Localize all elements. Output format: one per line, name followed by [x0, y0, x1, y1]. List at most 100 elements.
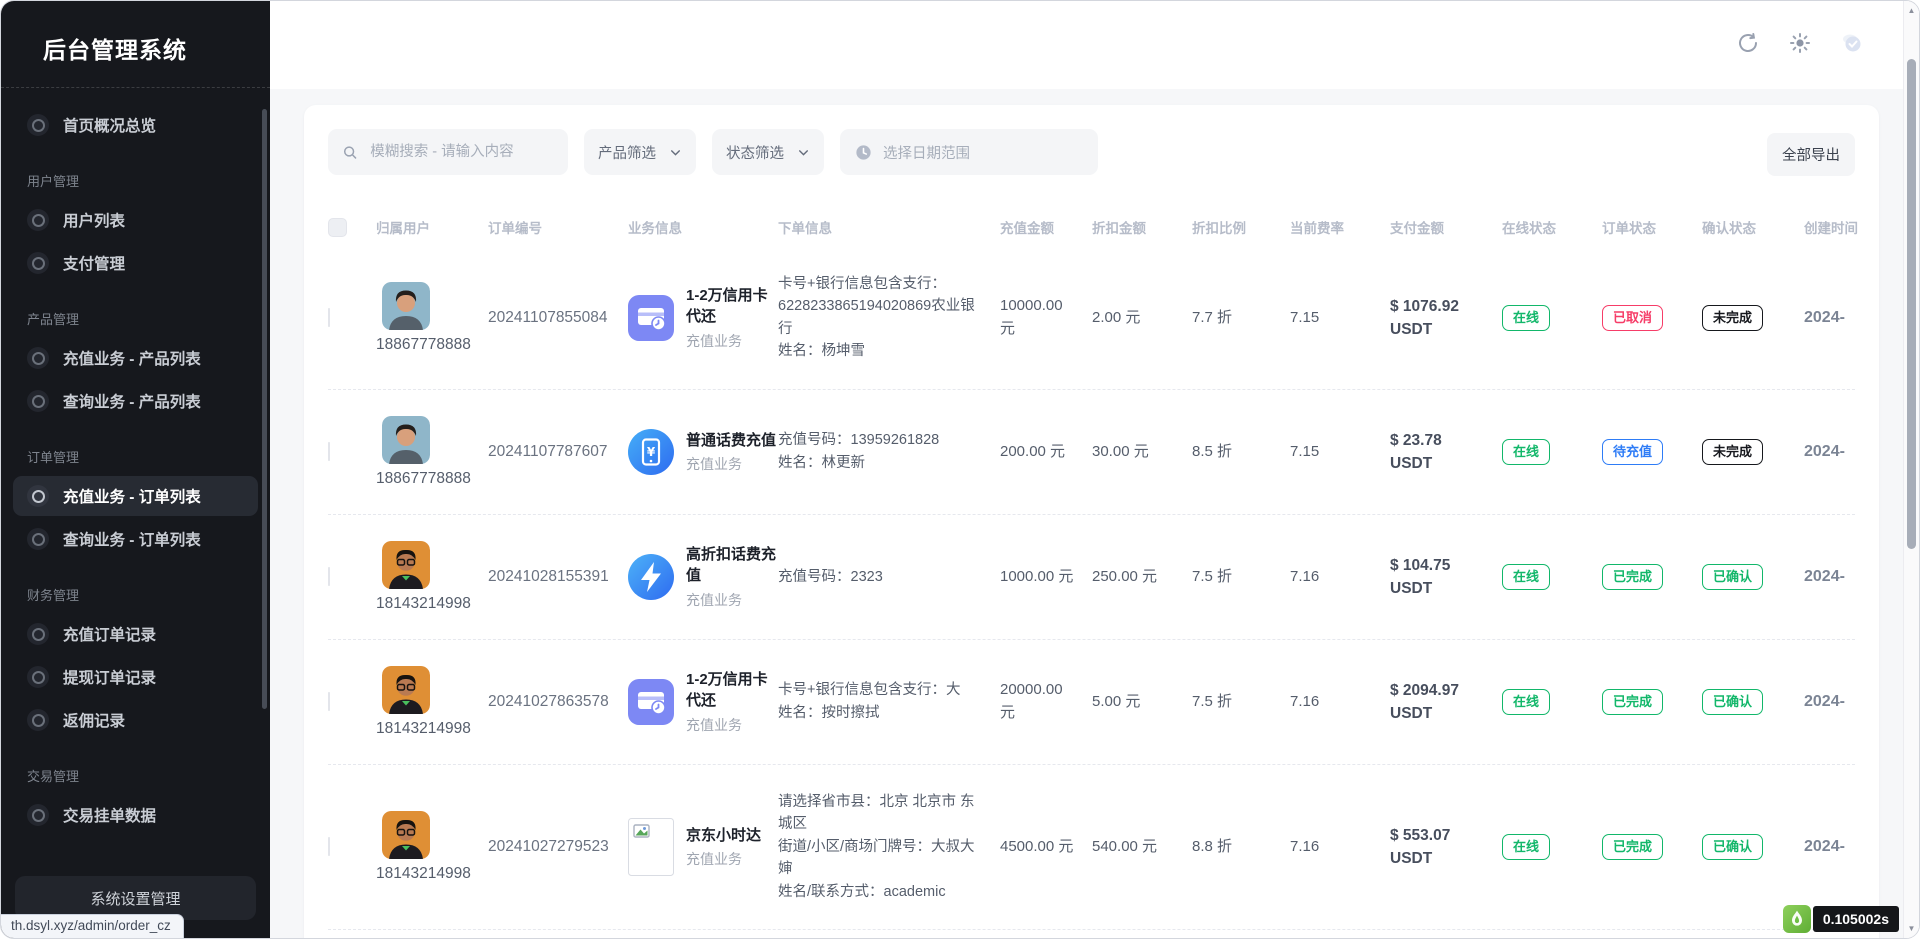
sidebar-item[interactable]: 支付管理	[13, 243, 258, 283]
user-avatar	[382, 666, 430, 714]
pay-amount: $ 553.07USDT	[1390, 824, 1502, 871]
sidebar-item[interactable]: 用户列表	[13, 200, 258, 240]
column-header: 折扣比例	[1192, 217, 1290, 237]
svg-text:¥: ¥	[647, 445, 656, 459]
product-filter-label: 产品筛选	[598, 142, 656, 163]
sidebar-section-label: 财务管理	[27, 585, 270, 604]
table-row: 1814321499820241028155391高折扣话费充值充值业务充值号码…	[328, 515, 1855, 640]
discount-ratio: 8.5 折	[1192, 441, 1290, 464]
select-all-checkbox[interactable]	[328, 218, 347, 237]
table-body: 18867778888202411078550841-2万信用卡代还充值业务卡号…	[328, 247, 1855, 939]
product-filter-dropdown[interactable]: 产品筛选	[584, 129, 696, 175]
app-title: 后台管理系统	[1, 1, 270, 65]
created-time: 2024-	[1804, 443, 1879, 461]
user-phone: 18143214998	[376, 865, 488, 883]
toolbar: 产品筛选 状态筛选 选择日期范围 全部导出	[328, 129, 1855, 175]
status-url-tooltip: th.dsyl.xyz/admin/order_cz	[1, 914, 184, 938]
page-scrollbar[interactable]: ▲ ▼	[1903, 1, 1919, 938]
column-header: 当前费率	[1290, 217, 1390, 237]
sidebar-item-label: 支付管理	[63, 252, 125, 274]
order-number: 20241027279523	[488, 838, 628, 856]
brightness-icon[interactable]	[1788, 31, 1812, 55]
recharge-amount: 1000.00 元	[1000, 566, 1092, 589]
sidebar-item-label: 充值业务 - 订单列表	[63, 485, 201, 507]
search-box[interactable]	[328, 129, 568, 175]
row-checkbox[interactable]	[328, 308, 330, 327]
row-checkbox[interactable]	[328, 837, 330, 856]
sidebar-scrollbar-thumb[interactable]	[262, 109, 267, 709]
radio-icon	[27, 347, 49, 369]
order-number: 20241107787607	[488, 443, 628, 461]
sidebar-item[interactable]: 充值业务 - 产品列表	[13, 338, 258, 378]
user-phone: 18143214998	[376, 720, 488, 738]
online-status-badge: 在线	[1502, 564, 1550, 590]
confirm-status-badge: 已确认	[1702, 834, 1763, 860]
discount-amount: 5.00 元	[1092, 691, 1192, 714]
discount-amount: 30.00 元	[1092, 441, 1192, 464]
scrollbar-up-arrow[interactable]: ▲	[1904, 6, 1919, 15]
order-number: 20241028155391	[488, 568, 628, 586]
sidebar-section-label: 产品管理	[27, 309, 270, 328]
product-name: 1-2万信用卡代还	[686, 285, 778, 329]
date-range-picker[interactable]: 选择日期范围	[840, 129, 1098, 175]
order-info: 充值号码：13959261828姓名：林更新	[778, 429, 1000, 474]
pay-amount: $ 2094.97USDT	[1390, 679, 1502, 726]
content-card: 产品筛选 状态筛选 选择日期范围 全部导出	[304, 105, 1879, 939]
product-name: 高折扣话费充值	[686, 544, 778, 588]
sidebar-item[interactable]: 充值业务 - 订单列表	[13, 476, 258, 516]
user-avatar	[382, 282, 430, 330]
online-status-badge: 在线	[1502, 439, 1550, 465]
radio-icon	[27, 623, 49, 645]
current-rate: 7.16	[1290, 566, 1390, 589]
sidebar-item[interactable]: 查询业务 - 产品列表	[13, 381, 258, 421]
column-header: 订单编号	[488, 217, 628, 237]
created-time: 2024-	[1804, 309, 1879, 327]
order-status-badge: 已完成	[1602, 834, 1663, 860]
scrollbar-thumb[interactable]	[1907, 59, 1916, 549]
export-all-button[interactable]: 全部导出	[1767, 133, 1855, 176]
sidebar-item[interactable]: 首页概况总览	[13, 105, 258, 145]
row-checkbox[interactable]	[328, 442, 330, 461]
perf-overlay[interactable]: 0.105002s	[1783, 905, 1899, 933]
row-checkbox[interactable]	[328, 567, 330, 586]
user-phone: 18143214998	[376, 595, 488, 613]
current-rate: 7.15	[1290, 441, 1390, 464]
sidebar: 后台管理系统 首页概况总览用户管理用户列表支付管理产品管理充值业务 - 产品列表…	[1, 1, 270, 938]
sidebar-item[interactable]: 返佣记录	[13, 700, 258, 740]
order-number: 20241027863578	[488, 693, 628, 711]
confirm-status-badge: 已确认	[1702, 564, 1763, 590]
sidebar-item-label: 返佣记录	[63, 709, 125, 731]
order-info: 卡号+银行信息包含支行：6228233865194020869农业银行姓名：杨坤…	[778, 273, 1000, 363]
column-header: 业务信息	[628, 217, 778, 237]
status-filter-dropdown[interactable]: 状态筛选	[712, 129, 824, 175]
scrollbar-down-arrow[interactable]: ▼	[1904, 924, 1919, 933]
created-time: 2024-	[1804, 693, 1879, 711]
sidebar-item[interactable]: 充值订单记录	[13, 614, 258, 654]
column-header: 在线状态	[1502, 217, 1602, 237]
sidebar-item[interactable]: 查询业务 - 订单列表	[13, 519, 258, 559]
discount-amount: 540.00 元	[1092, 836, 1192, 859]
online-status-badge: 在线	[1502, 305, 1550, 331]
sidebar-item-label: 用户列表	[63, 209, 125, 231]
sidebar-item[interactable]: 交易挂单数据	[13, 795, 258, 835]
created-time: 2024-	[1804, 568, 1879, 586]
order-status-badge: 已取消	[1602, 305, 1663, 331]
table-row: 1814321499820241027279523京东小时达充值业务请选择省市县…	[328, 765, 1855, 930]
row-checkbox[interactable]	[328, 692, 330, 711]
status-filter-label: 状态筛选	[726, 142, 784, 163]
order-number: 20241107855084	[488, 309, 628, 327]
radio-icon	[27, 666, 49, 688]
confirm-status-badge: 未完成	[1702, 439, 1763, 465]
refresh-icon[interactable]	[1736, 31, 1760, 55]
search-input[interactable]	[368, 143, 554, 161]
verified-icon[interactable]	[1840, 31, 1864, 55]
app-window: 后台管理系统 首页概况总览用户管理用户列表支付管理产品管理充值业务 - 产品列表…	[0, 0, 1920, 939]
credit-card-icon	[628, 295, 674, 341]
sidebar-item-label: 充值订单记录	[63, 623, 156, 645]
order-info: 充值号码：2323	[778, 566, 1000, 588]
discount-amount: 2.00 元	[1092, 307, 1192, 330]
sidebar-item[interactable]: 提现订单记录	[13, 657, 258, 697]
business-type: 充值业务	[686, 331, 778, 351]
topbar	[270, 1, 1919, 89]
chevron-down-icon	[669, 146, 682, 159]
